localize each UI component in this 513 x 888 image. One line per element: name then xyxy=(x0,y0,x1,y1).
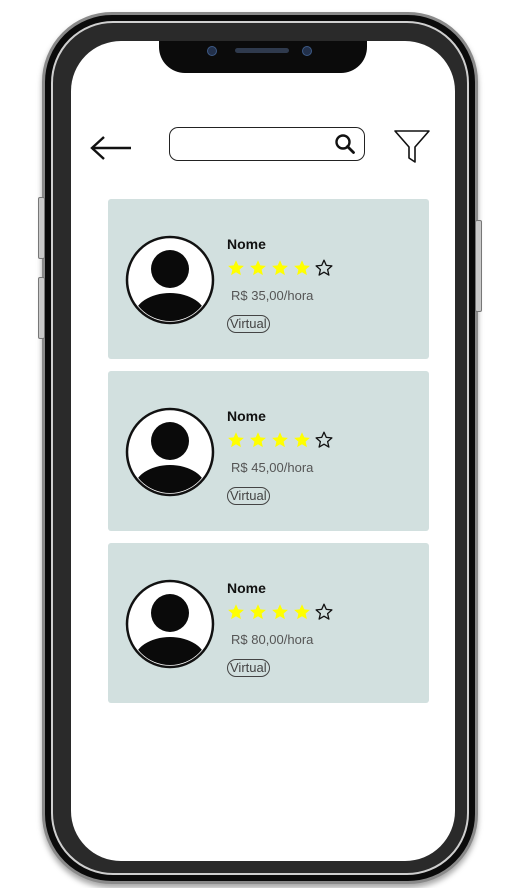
price-label: R$ 45,00/hora xyxy=(231,460,314,475)
avatar-icon xyxy=(125,235,215,325)
camera-icon xyxy=(207,46,217,56)
star-filled-icon xyxy=(250,260,266,276)
phone-notch xyxy=(159,41,367,73)
rating-stars xyxy=(227,603,333,621)
tutor-name: Nome xyxy=(227,236,266,252)
rating-stars xyxy=(227,259,333,277)
arrow-left-icon[interactable] xyxy=(89,135,133,161)
star-empty-icon xyxy=(315,431,333,448)
result-card[interactable]: Nome R$ 35,00/hora Virtual xyxy=(108,199,429,359)
phone-frame: Nome R$ 35,00/hora Virtual Nome R$ 45,00/hor… xyxy=(38,12,482,884)
speaker-grille xyxy=(235,48,289,53)
avatar-icon xyxy=(125,579,215,669)
mode-badge: Virtual xyxy=(227,315,270,333)
star-filled-icon xyxy=(294,432,310,448)
star-filled-icon xyxy=(272,260,288,276)
star-empty-icon xyxy=(315,603,333,620)
star-filled-icon xyxy=(294,260,310,276)
mode-badge: Virtual xyxy=(227,487,270,505)
result-card[interactable]: Nome R$ 80,00/hora Virtual xyxy=(108,543,429,703)
sensor-icon xyxy=(302,46,312,56)
tutor-name: Nome xyxy=(227,408,266,424)
tutor-name: Nome xyxy=(227,580,266,596)
price-label: R$ 35,00/hora xyxy=(231,288,314,303)
search-input[interactable] xyxy=(169,127,365,161)
avatar-icon xyxy=(125,407,215,497)
star-filled-icon xyxy=(294,604,310,620)
star-filled-icon xyxy=(228,432,244,448)
filter-icon[interactable] xyxy=(393,127,431,165)
result-card[interactable]: Nome R$ 45,00/hora Virtual xyxy=(108,371,429,531)
star-filled-icon xyxy=(250,432,266,448)
side-button xyxy=(475,220,482,312)
star-empty-icon xyxy=(315,259,333,276)
phone-screen: Nome R$ 35,00/hora Virtual Nome R$ 45,00/hor… xyxy=(71,41,455,861)
star-filled-icon xyxy=(228,604,244,620)
side-button xyxy=(38,197,45,259)
mode-badge: Virtual xyxy=(227,659,270,677)
price-label: R$ 80,00/hora xyxy=(231,632,314,647)
star-filled-icon xyxy=(272,604,288,620)
side-button xyxy=(38,277,45,339)
star-filled-icon xyxy=(228,260,244,276)
star-filled-icon xyxy=(250,604,266,620)
rating-stars xyxy=(227,431,333,449)
star-filled-icon xyxy=(272,432,288,448)
search-icon[interactable] xyxy=(334,133,356,155)
